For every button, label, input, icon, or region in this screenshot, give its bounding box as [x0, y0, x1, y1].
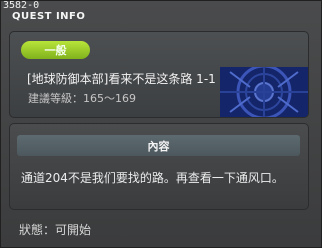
quest-status: 狀態：可開始: [19, 223, 92, 237]
quest-recommended-level: 建議等級：165～169: [28, 92, 136, 105]
quest-emblem-image: [220, 67, 308, 117]
quest-category-badge: 一般: [21, 41, 90, 59]
quest-summary-panel: 一般 [地球防御本部]看来不是这条路 1-1 建議等級：165～169: [9, 31, 309, 118]
content-header: 內容: [17, 135, 300, 156]
window-title: QUEST INFO: [12, 11, 86, 22]
quest-info-window: 3582-0 QUEST INFO 一般 [地球防御本部]看来不是这条路 1-1…: [0, 0, 322, 248]
quest-content-panel: 內容 通道204不是我们要找的路。再查看一下通风口。: [9, 123, 309, 210]
content-text: 通道204不是我们要找的路。再查看一下通风口。: [21, 171, 284, 185]
window-id: 3582-0: [3, 0, 40, 11]
quest-name: [地球防御本部]看来不是这条路 1-1: [27, 72, 216, 86]
